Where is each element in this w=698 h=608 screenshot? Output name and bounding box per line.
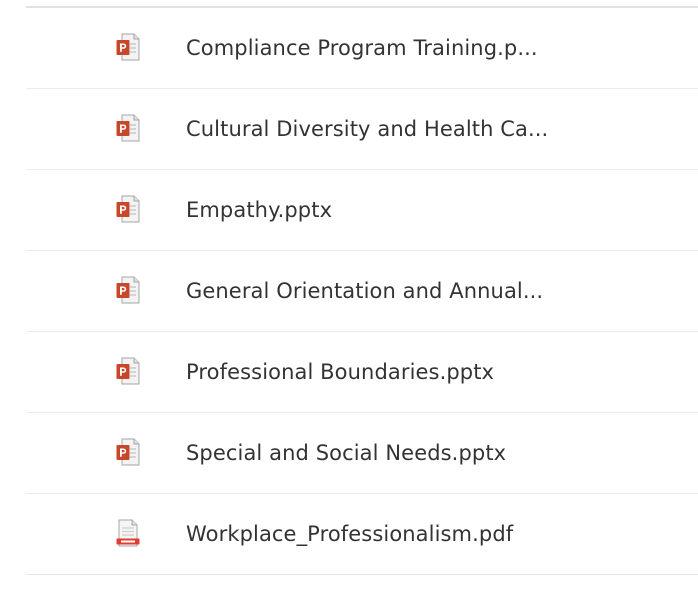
file-row-cultural-diversity[interactable]: Cultural Diversity and Health Ca... bbox=[26, 89, 698, 170]
powerpoint-file-icon bbox=[116, 195, 140, 223]
file-list: Compliance Program Training.p... Cultura… bbox=[26, 6, 698, 575]
file-name[interactable]: Compliance Program Training.p... bbox=[186, 8, 538, 88]
file-name[interactable]: Empathy.pptx bbox=[186, 170, 332, 250]
file-name[interactable]: Workplace_Professionalism.pdf bbox=[186, 494, 513, 574]
file-row-empathy[interactable]: Empathy.pptx bbox=[26, 170, 698, 251]
file-name[interactable]: General Orientation and Annual... bbox=[186, 251, 543, 331]
file-name[interactable]: Professional Boundaries.pptx bbox=[186, 332, 494, 412]
file-row-professional-boundaries[interactable]: Professional Boundaries.pptx bbox=[26, 332, 698, 413]
powerpoint-file-icon bbox=[116, 438, 140, 466]
file-row-compliance-program-training[interactable]: Compliance Program Training.p... bbox=[26, 8, 698, 89]
powerpoint-file-icon bbox=[116, 114, 140, 142]
file-name[interactable]: Cultural Diversity and Health Ca... bbox=[186, 89, 548, 169]
file-row-general-orientation[interactable]: General Orientation and Annual... bbox=[26, 251, 698, 332]
file-row-special-social-needs[interactable]: Special and Social Needs.pptx bbox=[26, 413, 698, 494]
pdf-file-icon bbox=[116, 519, 140, 547]
file-name[interactable]: Special and Social Needs.pptx bbox=[186, 413, 506, 493]
powerpoint-file-icon bbox=[116, 33, 140, 61]
file-row-workplace-professionalism[interactable]: Workplace_Professionalism.pdf bbox=[26, 494, 698, 575]
powerpoint-file-icon bbox=[116, 357, 140, 385]
powerpoint-file-icon bbox=[116, 276, 140, 304]
